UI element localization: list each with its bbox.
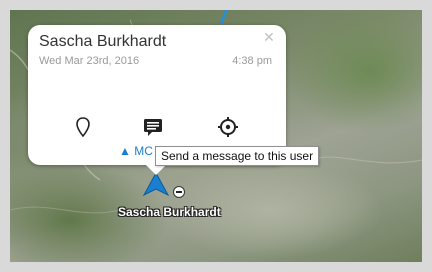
tooltip-text: Send a message to this user	[161, 149, 314, 163]
popup-pointer	[146, 165, 166, 175]
crosshair-icon[interactable]	[216, 115, 240, 139]
user-popup: Sascha Burkhardt Wed Mar 23rd, 2016 4:38…	[28, 25, 286, 175]
more-link[interactable]: ▲ MC	[119, 144, 159, 158]
marker-label: Sascha Burkhardt	[118, 205, 221, 219]
popup-user-name: Sascha Burkhardt	[39, 33, 167, 50]
close-icon[interactable]: ✕	[261, 29, 277, 45]
popup-date: Wed Mar 23rd, 2016	[39, 55, 140, 67]
tooltip: Send a message to this user	[155, 146, 320, 166]
location-pin-icon[interactable]	[71, 115, 95, 139]
remove-user-icon[interactable]	[173, 186, 185, 198]
message-icon[interactable]	[141, 115, 165, 139]
gps-track	[219, 10, 228, 25]
popup-time: 4:38 pm	[232, 55, 272, 67]
user-location-marker[interactable]	[142, 171, 170, 201]
